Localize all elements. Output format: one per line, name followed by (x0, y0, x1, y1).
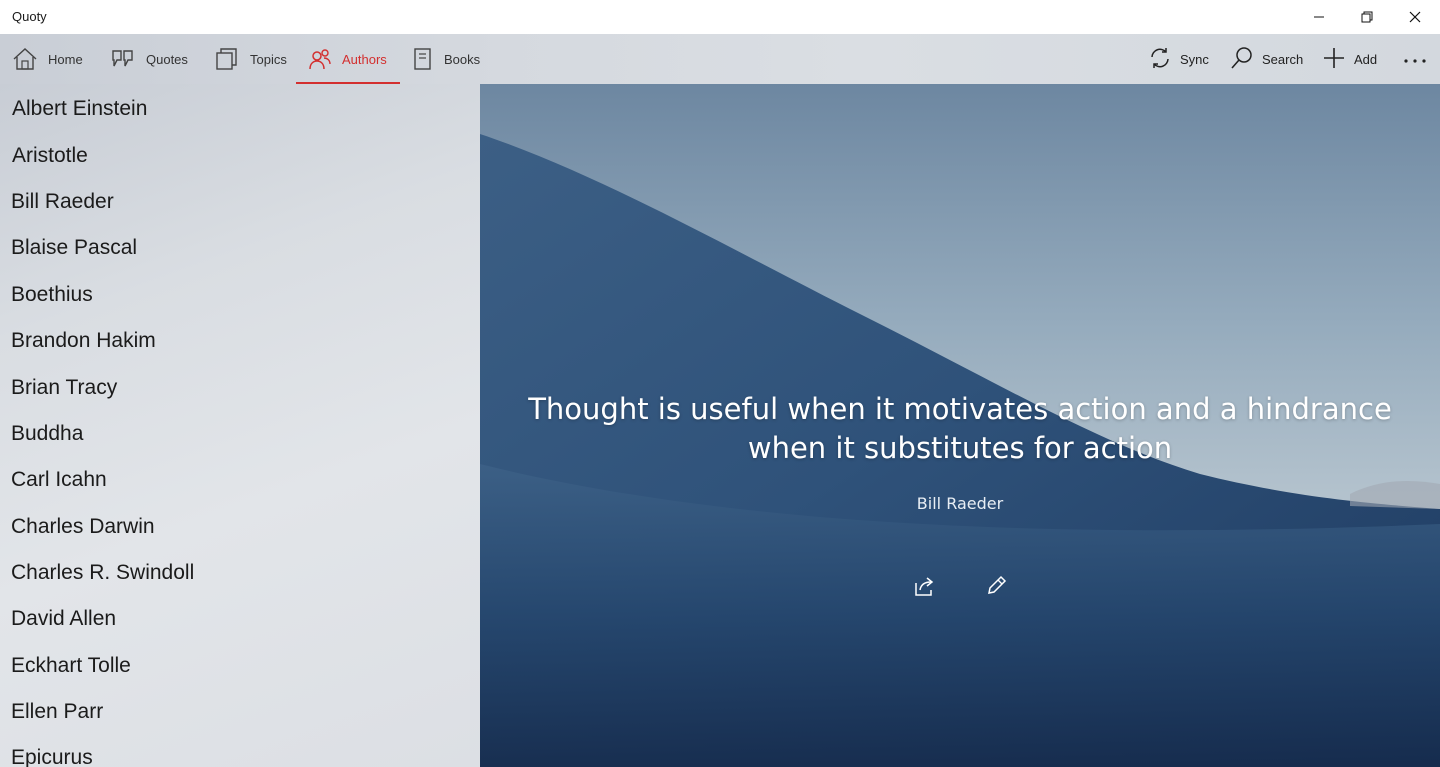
tab-topics-label: Topics (250, 51, 287, 67)
author-list-item[interactable]: Eckhart Tolle (11, 654, 131, 678)
home-icon (12, 47, 38, 71)
title-bar: Quoty (0, 0, 1440, 34)
restore-button[interactable] (1344, 0, 1390, 34)
share-icon (913, 575, 935, 602)
author-list-item[interactable]: Epicurus (11, 746, 93, 767)
author-list-item[interactable]: Blaise Pascal (11, 236, 137, 260)
tab-authors[interactable]: Authors (296, 34, 400, 85)
quote-text: Thought is useful when it motivates acti… (528, 392, 1392, 465)
quote-author: Bill Raeder (916, 494, 1004, 513)
tab-topics[interactable]: Topics (202, 34, 299, 84)
author-list-item[interactable]: Buddha (11, 422, 83, 446)
tab-home-label: Home (48, 51, 83, 67)
author-list-item[interactable]: Bill Raeder (11, 190, 114, 214)
minimize-icon (1314, 16, 1324, 18)
author-list-item[interactable]: Albert Einstein (12, 97, 147, 121)
author-list-item[interactable]: Ellen Parr (11, 700, 103, 724)
app-title: Quoty (12, 9, 47, 24)
more-icon (1403, 52, 1427, 67)
authors-icon (308, 47, 332, 71)
tab-quotes[interactable]: Quotes (98, 34, 200, 84)
nav-bar: Home Quotes Topics Authors Books Sync Se… (0, 34, 1440, 85)
sync-label: Sync (1180, 51, 1209, 67)
author-list-item[interactable]: Brian Tracy (11, 376, 117, 400)
author-list-item[interactable]: David Allen (11, 607, 116, 631)
tab-books-label: Books (444, 51, 481, 67)
quote-icon (110, 47, 136, 71)
author-list-item[interactable]: Aristotle (12, 144, 88, 168)
search-button[interactable]: Search (1230, 34, 1303, 84)
author-list-item[interactable]: Charles Darwin (11, 515, 155, 539)
restore-icon (1361, 11, 1373, 23)
author-list-item[interactable]: Charles R. Swindoll (11, 561, 194, 585)
author-list-item[interactable]: Carl Icahn (11, 468, 107, 492)
tab-home[interactable]: Home (0, 34, 95, 84)
close-icon (1409, 11, 1421, 23)
quote-panel: Thought is useful when it motivates acti… (480, 84, 1440, 767)
authors-list[interactable]: Albert Einstein Aristotle Bill Raeder Bl… (0, 84, 480, 767)
tab-books[interactable]: Books (400, 34, 492, 84)
search-label: Search (1262, 51, 1304, 67)
edit-button[interactable] (981, 573, 1011, 603)
book-icon (412, 47, 434, 71)
author-list-item[interactable]: Brandon Hakim (11, 329, 156, 353)
close-button[interactable] (1392, 0, 1438, 34)
sync-icon (1148, 46, 1172, 73)
topics-icon (214, 47, 240, 71)
add-icon (1322, 46, 1346, 73)
search-icon (1230, 46, 1254, 73)
more-button[interactable] (1402, 34, 1428, 84)
minimize-button[interactable] (1296, 0, 1342, 34)
tab-authors-label: Authors (342, 51, 387, 67)
tab-quotes-label: Quotes (146, 51, 188, 67)
pencil-icon (985, 575, 1007, 602)
share-button[interactable] (909, 573, 939, 603)
add-label: Add (1354, 51, 1378, 67)
sync-button[interactable]: Sync (1148, 34, 1209, 84)
add-button[interactable]: Add (1322, 34, 1377, 84)
author-list-item[interactable]: Boethius (11, 283, 93, 307)
